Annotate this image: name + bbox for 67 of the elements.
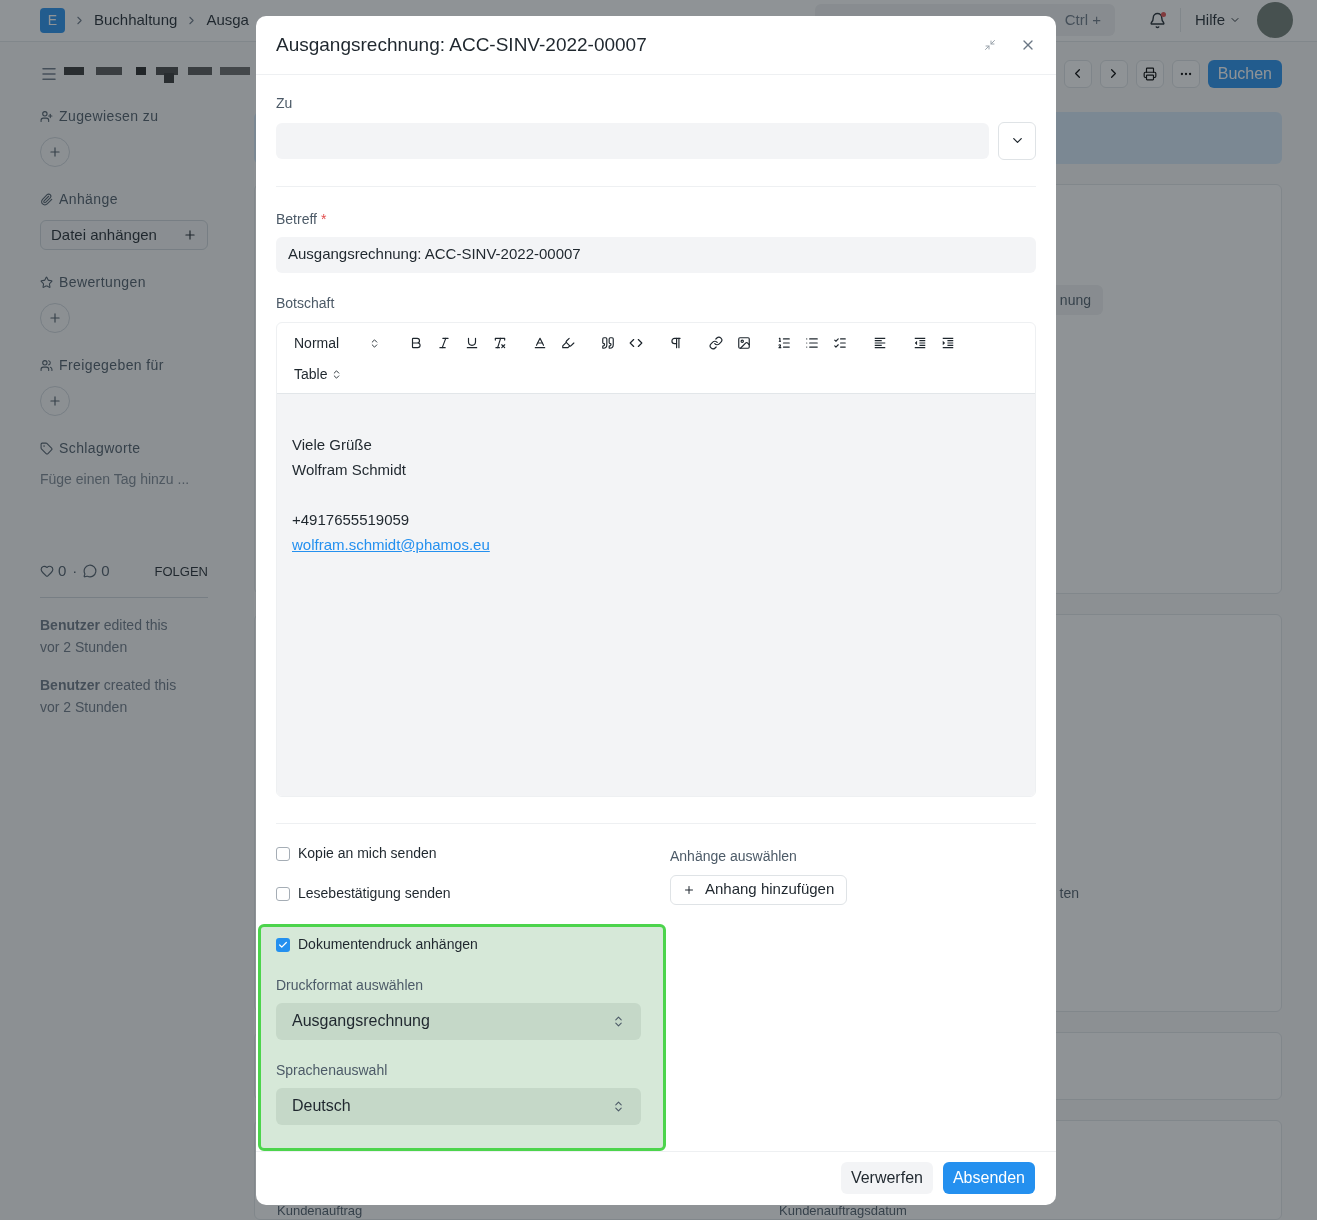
field-label: Zu: [276, 93, 294, 113]
phone-number: +4917655519059: [292, 509, 411, 530]
help-menu[interactable]: Hilfe: [1195, 9, 1241, 32]
required-mark: *: [321, 209, 327, 229]
plus-icon: [48, 145, 62, 159]
table-select[interactable]: Table: [294, 363, 343, 385]
up-down-icon: [612, 1099, 625, 1113]
activity-text: Benutzer edited this: [40, 615, 169, 635]
style-select[interactable]: Normal: [294, 332, 386, 354]
field-label: Kundenauftrag: [277, 1204, 364, 1219]
checkbox[interactable]: [276, 937, 290, 952]
select-field[interactable]: Deutsch: [276, 1087, 641, 1125]
activity-time: vor 2 Stunden: [40, 697, 129, 717]
field-label: Anhänge auswählen: [670, 846, 797, 866]
dialog-title: Ausgangsrechnung: ACC-SINV-2022-00007: [276, 32, 647, 57]
field-label: Sprachenauswahl: [276, 1060, 389, 1080]
plus-icon: [183, 228, 197, 242]
comment-count: 0: [101, 561, 110, 581]
subject-input[interactable]: Ausgangsrechnung: ACC-SINV-2022-00007: [276, 236, 1036, 273]
separator-dot: ·: [72, 561, 78, 581]
checkbox-label: Dokumentendruck anhängen: [298, 935, 478, 955]
field-label: Kundenauftragsdatum: [779, 1204, 908, 1219]
checkbox[interactable]: [276, 846, 290, 861]
activity-time: vor 2 Stunden: [40, 637, 129, 657]
field-label: ten: [1059, 884, 1079, 903]
field-label: Betreff: [276, 209, 317, 229]
comment-icon[interactable]: [83, 564, 98, 579]
section-label: Freigegeben für: [59, 356, 164, 375]
section-label: Zugewiesen zu: [59, 107, 159, 126]
checkbox-label: Kopie an mich senden: [298, 844, 437, 864]
discard-button[interactable]: Verwerfen: [840, 1162, 933, 1195]
field-label: Druckformat auswählen: [276, 975, 425, 995]
up-down-icon: [612, 1014, 625, 1028]
star-icon: [40, 276, 53, 289]
bell-icon[interactable]: [1149, 11, 1166, 29]
like-count: 0: [58, 561, 67, 581]
tag-icon: [40, 442, 53, 455]
avatar[interactable]: [1257, 2, 1293, 39]
add-attachment-button[interactable]: Anhang hinzufügen: [670, 874, 848, 905]
checkbox-label: Lesebestätigung senden: [298, 884, 451, 904]
follow-link[interactable]: FOLGEN: [154, 561, 208, 581]
heart-icon[interactable]: [40, 564, 54, 579]
check-icon: [278, 939, 288, 950]
email-link[interactable]: wolfram.schmidt@phamos.eu: [292, 531, 490, 557]
breadcrumb-link[interactable]: Buchhaltung: [94, 9, 178, 32]
checkbox[interactable]: [276, 886, 290, 901]
attach-file-button[interactable]: Datei anhängen: [40, 220, 208, 250]
paperclip-icon: [40, 193, 53, 206]
plus-icon: [683, 883, 695, 896]
select-field[interactable]: Ausgangsrechnung: [276, 1002, 641, 1040]
message-line: Wolfram Schmidt: [292, 459, 407, 480]
user-plus-icon: [40, 110, 53, 123]
section-label: Anhänge: [59, 190, 118, 209]
message-line: Viele Grüße: [292, 434, 373, 455]
print-button[interactable]: [1135, 59, 1164, 88]
printer-icon: [1142, 66, 1157, 81]
editor-body[interactable]: Viele Grüße Wolfram Schmidt +4917655519059 wolfram.schmidt@phamos.eu: [277, 393, 1035, 796]
breadcrumb-link[interactable]: Ausga: [206, 9, 249, 32]
section-label: Schlagworte: [59, 439, 141, 458]
send-button[interactable]: Absenden: [942, 1162, 1035, 1195]
users-icon: [40, 359, 53, 372]
field-label: Botschaft: [276, 293, 336, 313]
plus-icon: [48, 394, 62, 408]
up-down-icon: [369, 337, 380, 349]
activity-text: Benutzer created this: [40, 675, 178, 695]
plus-icon: [48, 311, 62, 325]
section-label: Bewertungen: [59, 273, 146, 292]
